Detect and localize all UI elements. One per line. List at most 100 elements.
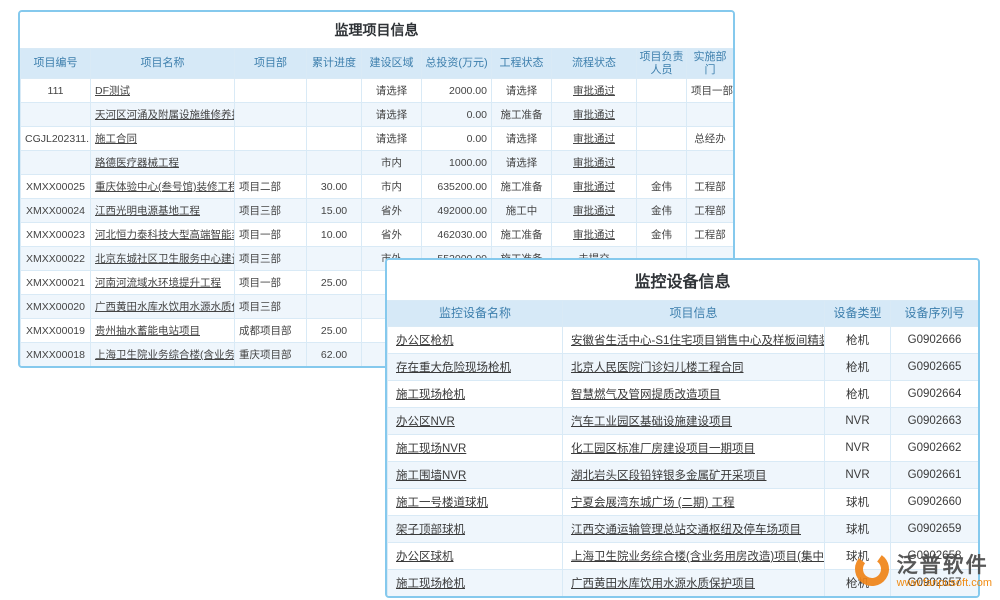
project-dept	[235, 127, 307, 151]
device-project-link[interactable]: 上海卫生院业务综合楼(含业务用房改造)项目(集中隔离...	[563, 543, 825, 570]
project-code-link[interactable]: CGJL202311...	[21, 127, 91, 151]
device-name-link[interactable]: 施工围墙NVR	[388, 462, 563, 489]
device-type: NVR	[825, 435, 891, 462]
project-dept	[235, 151, 307, 175]
project-code-link	[21, 103, 91, 127]
project-region: 省外	[362, 199, 422, 223]
col-header-device-serial: 设备序列号	[891, 301, 979, 327]
device-name-link[interactable]: 施工现场NVR	[388, 435, 563, 462]
project-status: 施工准备	[492, 223, 552, 247]
monitoring-device-panel: 监控设备信息 监控设备名称 项目信息 设备类型 设备序列号 办公区枪机安徽省生活…	[385, 258, 980, 598]
project-code-link[interactable]: XMXX00018	[21, 343, 91, 367]
flow-status-link[interactable]: 审批通过	[552, 223, 637, 247]
project-name-link[interactable]: 广西黄田水库水饮用水源水质保护项目	[91, 295, 235, 319]
supervision-panel-title: 监理项目信息	[20, 12, 733, 48]
project-name-link[interactable]: DF测试	[91, 79, 235, 103]
project-name-link[interactable]: 天河区河涌及附属设施维修养护和...	[91, 103, 235, 127]
project-exec-dept	[687, 103, 734, 127]
project-code-link[interactable]: XMXX00024	[21, 199, 91, 223]
project-investment: 635200.00	[422, 175, 492, 199]
project-dept: 项目一部	[235, 271, 307, 295]
col-header-project-code: 项目编号	[21, 49, 91, 79]
device-project-link[interactable]: 湖北岩头区段铅锌银多金属矿开采项目	[563, 462, 825, 489]
project-investment: 0.00	[422, 127, 492, 151]
device-project-link[interactable]: 宁夏会展湾东城广场 (二期) 工程	[563, 489, 825, 516]
project-region: 请选择	[362, 103, 422, 127]
project-name-link[interactable]: 江西光明电源基地工程	[91, 199, 235, 223]
project-progress: 10.00	[307, 223, 362, 247]
col-header-device-name: 监控设备名称	[388, 301, 563, 327]
project-investment: 492000.00	[422, 199, 492, 223]
flow-status-link[interactable]: 审批通过	[552, 127, 637, 151]
device-name-link[interactable]: 施工一号楼道球机	[388, 489, 563, 516]
flow-status-link[interactable]: 审批通过	[552, 199, 637, 223]
project-code-link[interactable]: 111	[21, 79, 91, 103]
project-progress	[307, 247, 362, 271]
project-progress	[307, 79, 362, 103]
device-project-link[interactable]: 安徽省生活中心-S1住宅项目销售中心及样板间精装修...	[563, 327, 825, 354]
project-name-link[interactable]: 河南河流域水环境提升工程	[91, 271, 235, 295]
project-code-link[interactable]: XMXX00025	[21, 175, 91, 199]
project-name-link[interactable]: 河北恒力泰科技大型高端智能装备...	[91, 223, 235, 247]
device-project-link[interactable]: 广西黄田水库饮用水源水质保护项目	[563, 570, 825, 597]
col-header-investment: 总投资(万元)	[422, 49, 492, 79]
project-name-link[interactable]: 北京东城社区卫生服务中心建设项...	[91, 247, 235, 271]
device-name-link[interactable]: 办公区枪机	[388, 327, 563, 354]
device-name-link[interactable]: 施工现场枪机	[388, 570, 563, 597]
device-type: NVR	[825, 462, 891, 489]
table-row: 天河区河涌及附属设施维修养护和...请选择0.00施工准备审批通过	[21, 103, 734, 127]
project-name-link[interactable]: 上海卫生院业务综合楼(含业务用...	[91, 343, 235, 367]
project-code-link[interactable]: XMXX00021	[21, 271, 91, 295]
table-row: XMXX00023河北恒力泰科技大型高端智能装备...项目一部10.00省外46…	[21, 223, 734, 247]
project-status: 施工准备	[492, 103, 552, 127]
col-header-project-info: 项目信息	[563, 301, 825, 327]
project-name-link[interactable]: 施工合同	[91, 127, 235, 151]
flow-status-link[interactable]: 审批通过	[552, 175, 637, 199]
device-name-link[interactable]: 存在重大危险现场枪机	[388, 354, 563, 381]
col-header-progress: 累计进度	[307, 49, 362, 79]
device-project-link[interactable]: 江西交通运输管理总站交通枢纽及停车场项目	[563, 516, 825, 543]
project-owner	[637, 127, 687, 151]
project-code-link[interactable]: XMXX00019	[21, 319, 91, 343]
device-serial: G0902659	[891, 516, 979, 543]
flow-status-link[interactable]: 审批通过	[552, 79, 637, 103]
flow-status-link[interactable]: 审批通过	[552, 151, 637, 175]
table-row: XMXX00024江西光明电源基地工程项目三部15.00省外492000.00施…	[21, 199, 734, 223]
device-project-link[interactable]: 智慧燃气及管网提质改造项目	[563, 381, 825, 408]
device-type: 枪机	[825, 327, 891, 354]
project-region: 省外	[362, 223, 422, 247]
project-code-link[interactable]: XMXX00020	[21, 295, 91, 319]
project-investment: 2000.00	[422, 79, 492, 103]
device-name-link[interactable]: 施工现场枪机	[388, 381, 563, 408]
project-dept: 成都项目部	[235, 319, 307, 343]
device-name-link[interactable]: 办公区球机	[388, 543, 563, 570]
project-owner	[637, 79, 687, 103]
watermark: 泛普软件 www.fanpusoft.com	[852, 549, 992, 594]
project-exec-dept: 项目一部	[687, 79, 734, 103]
project-name-link[interactable]: 贵州抽水蓄能电站项目	[91, 319, 235, 343]
project-progress: 15.00	[307, 199, 362, 223]
device-type: NVR	[825, 408, 891, 435]
watermark-url: www.fanpusoft.com	[897, 577, 992, 589]
project-owner: 金伟	[637, 223, 687, 247]
col-header-flow-status: 流程状态	[552, 49, 637, 79]
device-name-link[interactable]: 办公区NVR	[388, 408, 563, 435]
table-row: 路德医疗器械工程市内1000.00请选择审批通过	[21, 151, 734, 175]
device-name-link[interactable]: 架子顶部球机	[388, 516, 563, 543]
project-name-link[interactable]: 重庆体验中心(叁号馆)装修工程	[91, 175, 235, 199]
col-header-region: 建设区域	[362, 49, 422, 79]
project-owner: 金伟	[637, 199, 687, 223]
project-exec-dept: 工程部	[687, 223, 734, 247]
project-name-link[interactable]: 路德医疗器械工程	[91, 151, 235, 175]
project-code-link[interactable]: XMXX00022	[21, 247, 91, 271]
flow-status-link[interactable]: 审批通过	[552, 103, 637, 127]
device-project-link[interactable]: 北京人民医院门诊妇儿楼工程合同	[563, 354, 825, 381]
device-project-link[interactable]: 汽车工业园区基础设施建设项目	[563, 408, 825, 435]
col-header-exec-dept: 实施部门	[687, 49, 734, 79]
device-type: 球机	[825, 516, 891, 543]
project-dept	[235, 79, 307, 103]
device-serial: G0902665	[891, 354, 979, 381]
device-project-link[interactable]: 化工园区标准厂房建设项目一期项目	[563, 435, 825, 462]
project-code-link[interactable]: XMXX00023	[21, 223, 91, 247]
supervision-table-header-row: 项目编号 项目名称 项目部 累计进度 建设区域 总投资(万元) 工程状态 流程状…	[21, 49, 734, 79]
